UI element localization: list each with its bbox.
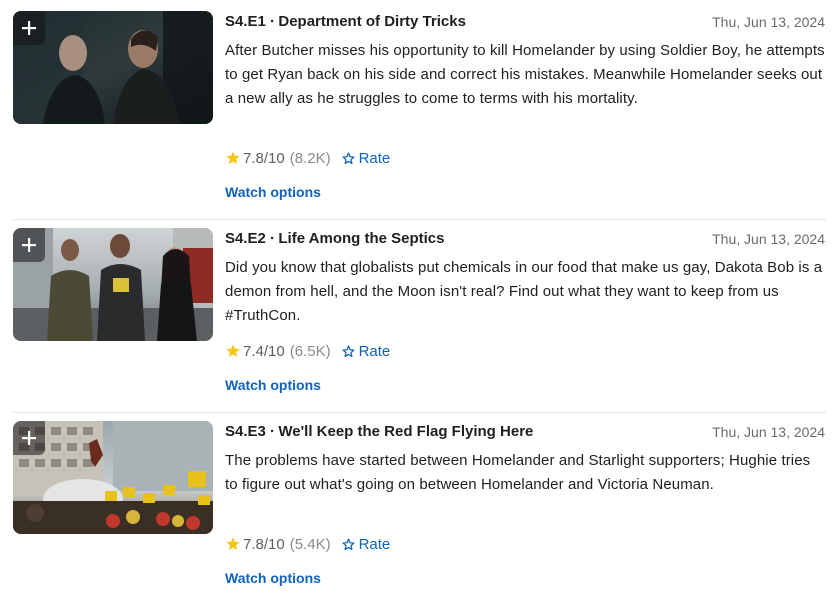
episode-thumbnail[interactable] (13, 421, 213, 534)
rating-max: /10 (263, 342, 285, 360)
air-date: Thu, Jun 13, 2024 (712, 231, 825, 247)
rating-max: /10 (263, 535, 285, 553)
star-filled-icon (226, 151, 240, 164)
vote-count: (6.5K) (289, 342, 331, 360)
air-date: Thu, Jun 13, 2024 (712, 14, 825, 30)
star-outline-icon (342, 538, 355, 550)
watch-options-link[interactable]: Watch options (225, 377, 321, 393)
rating-value: 7.8 (243, 149, 264, 167)
watch-options-link[interactable]: Watch options (225, 184, 321, 200)
episode-title[interactable]: S4.E2 ∙ Life Among the Septics (225, 230, 445, 248)
add-to-watchlist-button[interactable] (13, 228, 45, 262)
rating-max: /10 (263, 149, 285, 167)
star-outline-icon (342, 345, 355, 357)
add-to-watchlist-button[interactable] (13, 11, 45, 45)
plus-icon (22, 431, 36, 445)
rate-label: Rate (358, 535, 391, 553)
divider (13, 412, 826, 413)
air-date: Thu, Jun 13, 2024 (712, 424, 825, 440)
episode-plot: After Butcher misses his opportunity to … (225, 42, 825, 107)
episode-title[interactable]: S4.E3 ∙ We'll Keep the Red Flag Flying H… (225, 423, 533, 441)
plus-icon (22, 21, 36, 35)
rating-value: 7.8 (243, 535, 264, 553)
add-to-watchlist-button[interactable] (13, 421, 45, 455)
rate-button[interactable]: Rate (341, 342, 391, 360)
rate-label: Rate (358, 342, 391, 360)
rating-row: 7.8/10 (5.4K) Rate (225, 533, 390, 555)
divider (13, 219, 826, 220)
vote-count: (8.2K) (289, 149, 331, 167)
star-outline-icon (342, 152, 355, 164)
episode-thumbnail[interactable] (13, 228, 213, 341)
episode-title[interactable]: S4.E1 ∙ Department of Dirty Tricks (225, 13, 466, 31)
episode-thumbnail[interactable] (13, 11, 213, 124)
rating-row: 7.4/10 (6.5K) Rate (225, 340, 390, 362)
plus-icon (22, 238, 36, 252)
rating-row: 7.8/10 (8.2K) Rate (225, 147, 390, 169)
episode-item: S4.E3 ∙ We'll Keep the Red Flag Flying H… (0, 421, 838, 614)
episode-plot: Did you know that globalists put chemica… (225, 259, 823, 324)
vote-count: (5.4K) (289, 535, 331, 553)
rating-value: 7.4 (243, 342, 264, 360)
rate-button[interactable]: Rate (341, 535, 391, 553)
star-filled-icon (226, 344, 240, 357)
rate-button[interactable]: Rate (341, 149, 391, 167)
episode-item: S4.E1 ∙ Department of Dirty Tricks Thu, … (0, 11, 838, 204)
watch-options-link[interactable]: Watch options (225, 570, 321, 586)
star-filled-icon (226, 537, 240, 550)
rate-label: Rate (358, 149, 391, 167)
episode-plot: The problems have started between Homela… (225, 452, 811, 493)
episode-item: S4.E2 ∙ Life Among the Septics Thu, Jun … (0, 228, 838, 421)
